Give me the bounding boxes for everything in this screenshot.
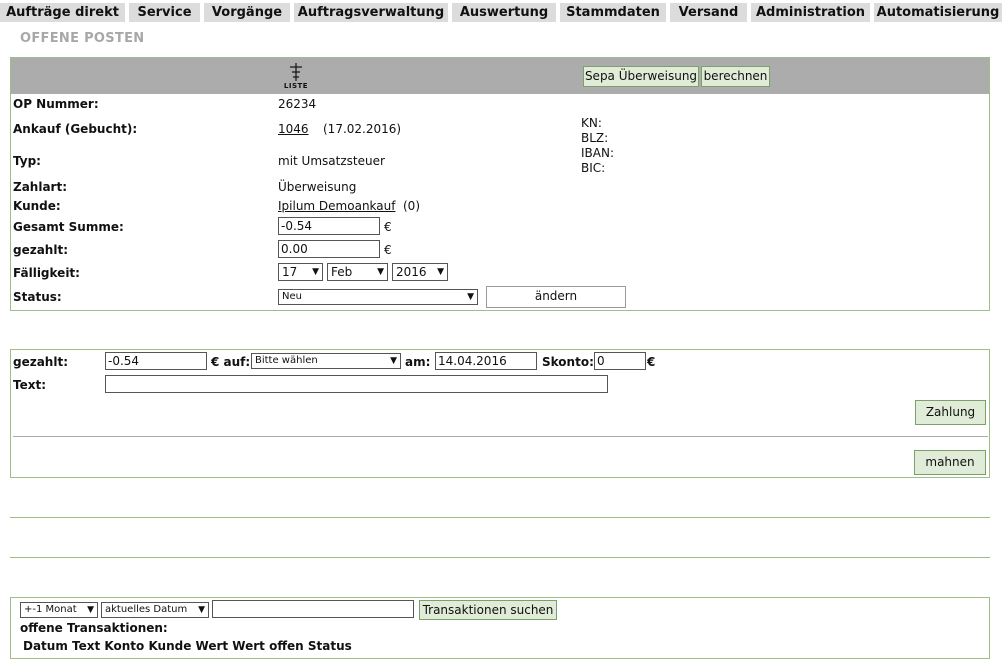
chevron-down-icon: ▼: [312, 267, 319, 277]
tab-auswertung[interactable]: Auswertung: [452, 3, 556, 22]
paymode-value: Überweisung: [278, 180, 357, 194]
search-transactions-button[interactable]: Transaktionen suchen: [419, 600, 557, 620]
payment-divider: [13, 436, 988, 437]
open-transactions-heading: offene Transaktionen:: [20, 621, 168, 635]
customer-label: Kunde:: [13, 199, 61, 213]
due-day-value: 17: [282, 265, 298, 279]
status-value: Neu: [282, 291, 302, 302]
tab-vorgaenge[interactable]: Vorgänge: [204, 3, 290, 22]
customer-count: (0): [403, 199, 420, 213]
payment-panel: gezahlt: -0.54 € auf: Bitte wählen ▼ am: …: [10, 349, 990, 478]
op-number-label: OP Nummer:: [13, 97, 99, 111]
skonto-input[interactable]: 0: [594, 352, 646, 370]
chevron-down-icon: ▼: [377, 267, 384, 277]
date-basis-select[interactable]: aktuelles Datum ▼: [101, 602, 209, 618]
tab-stammdaten[interactable]: Stammdaten: [560, 3, 666, 22]
payment-text-label: Text:: [13, 378, 47, 392]
payment-date-label: am:: [405, 355, 431, 369]
range-select-value: +-1 Monat: [24, 604, 77, 615]
customer-link[interactable]: Ipilum Demoankauf: [278, 199, 395, 213]
tab-auftraege-direkt[interactable]: Aufträge direkt: [0, 3, 125, 22]
bank-iban-label: IBAN:: [581, 146, 614, 160]
paid-input[interactable]: 0.00: [278, 240, 380, 258]
payment-on-label: € auf:: [211, 355, 251, 369]
remind-button[interactable]: mahnen: [914, 450, 986, 475]
skonto-label: Skonto:: [542, 355, 594, 369]
section-divider: [10, 557, 990, 558]
skonto-currency: €: [647, 355, 656, 369]
paid-label: gezahlt:: [13, 243, 69, 257]
total-input[interactable]: -0.54: [278, 217, 380, 235]
tab-administration[interactable]: Administration: [751, 3, 870, 22]
chevron-down-icon: ▼: [390, 356, 397, 366]
tab-auftragsverwaltung[interactable]: Auftragsverwaltung: [294, 3, 448, 22]
bank-blz-label: BLZ:: [581, 131, 609, 145]
status-label: Status:: [13, 290, 62, 304]
type-value: mit Umsatzsteuer: [278, 154, 385, 168]
purchase-date: (17.02.2016): [323, 122, 402, 136]
paymode-label: Zahlart:: [13, 180, 68, 194]
range-select[interactable]: +-1 Monat ▼: [20, 602, 98, 618]
payment-amount-input[interactable]: -0.54: [105, 352, 207, 370]
transactions-table-header: Datum Text Konto Kunde Wert Wert offen S…: [23, 639, 352, 653]
total-currency: €: [384, 220, 392, 234]
due-year-value: 2016: [396, 265, 427, 279]
op-details-panel: LISTE Sepa Überweisung berechnen OP Numm…: [10, 57, 990, 311]
transactions-panel: +-1 Monat ▼ aktuelles Datum ▼ Transaktione…: [10, 597, 990, 659]
list-icon[interactable]: LISTE: [281, 62, 311, 90]
tab-service[interactable]: Service: [129, 3, 200, 22]
pay-button[interactable]: Zahlung: [915, 400, 986, 425]
purchase-label: Ankauf (Gebucht):: [13, 122, 138, 136]
section-divider: [10, 517, 990, 518]
main-nav: Aufträge direkt Service Vorgänge Auftrag…: [0, 0, 1002, 22]
due-month-select[interactable]: Feb ▼: [327, 263, 388, 281]
sepa-transfer-button[interactable]: Sepa Überweisung: [583, 66, 699, 87]
total-label: Gesamt Summe:: [13, 220, 124, 234]
op-toolbar: [11, 58, 989, 94]
chevron-down-icon: ▼: [437, 267, 444, 277]
payment-paid-label: gezahlt:: [13, 355, 69, 369]
chevron-down-icon: ▼: [198, 605, 205, 615]
account-select[interactable]: Bitte wählen ▼: [251, 353, 401, 369]
chevron-down-icon: ▼: [87, 605, 94, 615]
op-number-value: 26234: [278, 97, 317, 111]
list-icon-label: LISTE: [283, 82, 309, 90]
status-select[interactable]: Neu ▼: [278, 289, 478, 305]
page-title: OFFENE POSTEN: [20, 31, 145, 46]
tab-versand[interactable]: Versand: [670, 3, 747, 22]
account-select-value: Bitte wählen: [255, 355, 318, 366]
due-day-select[interactable]: 17 ▼: [278, 263, 323, 281]
bank-kn-label: KN:: [581, 116, 602, 130]
due-label: Fälligkeit:: [13, 266, 80, 280]
due-year-select[interactable]: 2016 ▼: [392, 263, 448, 281]
change-status-button[interactable]: ändern: [486, 286, 626, 308]
payment-text-input[interactable]: [105, 375, 608, 393]
tab-automatisierung[interactable]: Automatisierung: [874, 3, 1002, 22]
payment-date-input[interactable]: 14.04.2016: [435, 352, 537, 370]
transaction-search-input[interactable]: [212, 600, 414, 618]
chevron-down-icon: ▼: [467, 292, 474, 302]
paid-currency: €: [384, 243, 392, 257]
bank-bic-label: BIC:: [581, 161, 606, 175]
calculate-button[interactable]: berechnen: [701, 66, 770, 87]
due-month-value: Feb: [331, 265, 353, 279]
date-basis-select-value: aktuelles Datum: [105, 604, 188, 615]
purchase-link[interactable]: 1046: [278, 122, 309, 136]
type-label: Typ:: [13, 154, 41, 168]
